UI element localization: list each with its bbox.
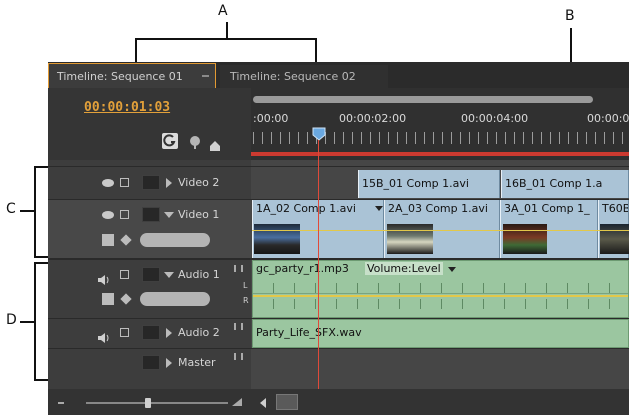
speaker-icon[interactable] xyxy=(98,270,109,285)
keyframe-toggle-icon[interactable] xyxy=(120,234,132,246)
clip-label: gc_party_r1.mp3 xyxy=(256,262,349,275)
callout-a-bracket xyxy=(135,38,317,62)
waveform-left xyxy=(253,283,628,294)
audio-track-type-icon xyxy=(234,353,243,360)
tab-sequence-01-label: Timeline: Sequence 01 xyxy=(57,70,183,83)
video-thumbnail xyxy=(600,224,629,254)
expand-video-2-icon[interactable] xyxy=(166,178,172,188)
callout-c-leader xyxy=(20,210,34,212)
horizontal-scrollbar[interactable] xyxy=(276,394,298,410)
effect-menu-icon[interactable] xyxy=(375,206,383,211)
video-thumbnail xyxy=(387,224,433,254)
track-header-master[interactable]: Master xyxy=(48,349,251,379)
time-ruler[interactable]: :00:00 00:00:02:00 00:00:04:00 00:00:0 xyxy=(251,88,629,160)
sync-lock-box[interactable] xyxy=(142,355,160,370)
track-header-audio-1[interactable]: Audio 1 xyxy=(48,260,251,318)
collapse-audio-1-icon[interactable] xyxy=(164,272,174,278)
marker-icon[interactable] xyxy=(188,134,202,149)
work-area-bar[interactable] xyxy=(251,152,629,156)
tab-sequence-02[interactable]: Timeline: Sequence 02 xyxy=(220,65,388,88)
film-icon[interactable] xyxy=(120,210,129,219)
keyframe-toggle-icon[interactable] xyxy=(120,293,132,305)
eye-icon[interactable] xyxy=(102,179,114,187)
track-label-audio-1: Audio 1 xyxy=(178,268,220,281)
clip-label: 3A_01 Comp 1_ xyxy=(504,202,590,215)
video-thumbnail xyxy=(503,224,547,254)
clip-15b-01[interactable]: 15B_01 Comp 1.avi xyxy=(358,170,500,198)
channel-label-left: L xyxy=(243,281,248,290)
ruler-ticks xyxy=(253,132,629,144)
audio-track-type-icon xyxy=(234,323,243,330)
callout-c: C xyxy=(6,201,16,217)
collapse-video-1-icon[interactable] xyxy=(164,212,174,218)
track-label-video-2: Video 2 xyxy=(178,176,220,189)
film-icon[interactable] xyxy=(120,270,129,279)
clip-label: Party_Life_SFX.wav xyxy=(256,326,362,339)
timeline-panel: Timeline: Sequence 01 Timeline: Sequence… xyxy=(48,62,629,415)
header-controls: 00:00:01:03 xyxy=(48,88,252,160)
sync-lock-box[interactable] xyxy=(142,207,160,222)
film-icon[interactable] xyxy=(120,328,129,337)
tab-sequence-01[interactable]: Timeline: Sequence 01 xyxy=(48,63,216,88)
playhead-head[interactable] xyxy=(312,126,326,141)
zoom-out-icon[interactable] xyxy=(58,402,64,404)
callout-d: D xyxy=(6,312,17,328)
zoom-slider-icon[interactable] xyxy=(86,402,228,404)
clip-label: T60B xyxy=(602,202,629,215)
clip-gc-party-r1[interactable]: gc_party_r1.mp3 Volume:Level xyxy=(252,260,629,318)
keyframe-nav-pill[interactable] xyxy=(140,292,210,306)
speaker-icon[interactable] xyxy=(98,328,109,343)
clip-16b-01[interactable]: 16B_01 Comp 1.a xyxy=(501,170,629,198)
bottom-bar xyxy=(48,389,629,415)
track-header-video-1[interactable]: Video 1 xyxy=(48,200,251,258)
track-header-video-2[interactable]: Video 2 xyxy=(48,167,251,199)
effect-dropdown-arrow-icon[interactable] xyxy=(448,267,456,272)
track-label-master: Master xyxy=(178,356,216,369)
expand-audio-2-icon[interactable] xyxy=(166,328,172,338)
audio-track-type-icon xyxy=(234,265,243,272)
zoom-in-icon[interactable] xyxy=(232,398,242,406)
clip-label: 1A_02 Comp 1.avi xyxy=(256,202,356,215)
zoom-slider-handle[interactable] xyxy=(145,398,151,408)
track-label-audio-2: Audio 2 xyxy=(178,326,220,339)
ruler-label-2: 00:00:04:00 xyxy=(461,112,529,125)
clip-party-life-sfx[interactable]: Party_Life_SFX.wav xyxy=(252,319,629,348)
callout-d-leader xyxy=(20,321,34,323)
ruler-label-3: 00:00:0 xyxy=(587,112,629,125)
ruler-label-1: 00:00:02:00 xyxy=(339,112,407,125)
snap-icon[interactable] xyxy=(162,133,178,149)
display-style-icon[interactable] xyxy=(102,293,114,305)
callout-b: B xyxy=(565,8,575,24)
scroll-left-icon[interactable] xyxy=(260,398,266,408)
waveform-right xyxy=(253,299,628,309)
callout-a: A xyxy=(218,3,228,19)
volume-rubber-band[interactable] xyxy=(253,295,628,297)
clip-label: 15B_01 Comp 1.avi xyxy=(362,177,469,190)
opacity-rubber-band[interactable] xyxy=(252,230,629,231)
tab-sequence-02-label: Timeline: Sequence 02 xyxy=(230,70,356,83)
sync-lock-box[interactable] xyxy=(142,325,160,340)
track-header-audio-2[interactable]: Audio 2 xyxy=(48,319,251,348)
ruler-label-0: :00:00 xyxy=(253,112,289,125)
video-thumbnail xyxy=(254,224,300,254)
keyframe-nav-pill[interactable] xyxy=(140,233,210,247)
clip-label: 16B_01 Comp 1.a xyxy=(505,177,603,190)
eye-icon[interactable] xyxy=(102,211,114,219)
callout-a-leader xyxy=(226,22,228,38)
keyframe-icon[interactable] xyxy=(210,136,220,151)
zoom-scroll-bar[interactable] xyxy=(253,96,593,103)
film-icon[interactable] xyxy=(120,178,129,187)
current-timecode[interactable]: 00:00:01:03 xyxy=(84,100,170,115)
clip-label: 2A_03 Comp 1.avi xyxy=(388,202,488,215)
sync-lock-box[interactable] xyxy=(142,175,160,190)
channel-label-right: R xyxy=(243,296,249,305)
display-style-icon[interactable] xyxy=(102,234,114,246)
expand-master-icon[interactable] xyxy=(166,358,172,368)
playhead-line[interactable] xyxy=(318,140,319,415)
track-label-video-1: Video 1 xyxy=(178,208,220,221)
tab-close-icon[interactable] xyxy=(202,75,209,77)
effect-dropdown[interactable]: Volume:Level xyxy=(365,262,443,275)
sync-lock-box[interactable] xyxy=(142,267,160,282)
